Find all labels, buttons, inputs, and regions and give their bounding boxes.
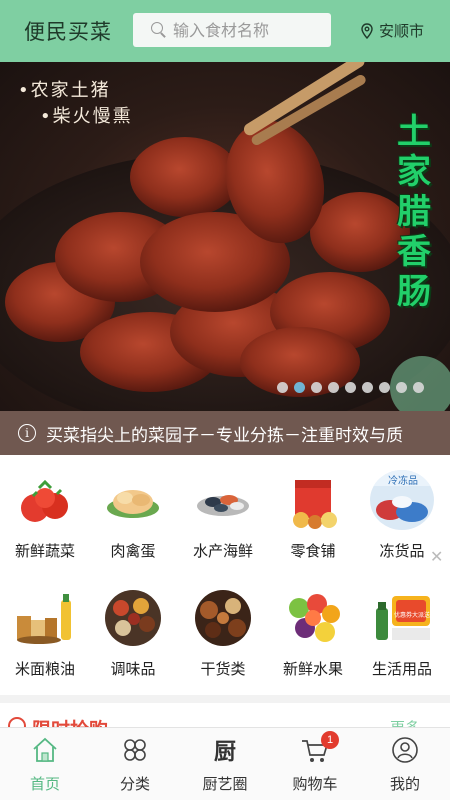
category-seafood[interactable]: 水产海鲜 [178,470,268,561]
tab-label: 我的 [389,775,420,793]
promo-banner[interactable]: •农家土猪 •柴火慢熏 土 家 腊 香 肠 [0,62,450,411]
household-icon: 优惠券大派送 [370,588,434,648]
carousel-dot[interactable] [396,382,407,393]
tab-category[interactable]: 分类 [90,728,180,800]
category-fresh-vegetables[interactable]: 新鲜蔬菜 [0,470,90,561]
search-input[interactable] [173,20,323,40]
fruit-icon [281,588,345,648]
category-snacks[interactable]: 零食铺 [268,470,358,561]
tab-label: 购物车 [292,775,338,793]
banner-tag-line: •柴火慢熏 [40,106,133,127]
location-selector[interactable]: 安顺市 [361,20,424,41]
tab-label: 首页 [29,775,60,793]
category-rice-flour-oil[interactable]: 米面粮油 [0,588,90,679]
tab-cart[interactable]: 1 购物车 [270,728,360,800]
kitchen-glyph: 厨 [213,740,236,765]
frozen-food-icon: 冷冻品 [370,470,434,530]
bottom-tab-bar: 首页 分类 厨 厨艺圈 1 购物车 我的 [0,727,450,800]
promo-coupon-text: 优惠券大派送 [394,612,431,619]
info-icon: i [18,424,36,442]
category-icon [120,735,150,765]
cart-count-badge: 1 [321,731,339,749]
category-label: 调味品 [110,660,156,678]
location-label: 安顺市 [378,22,424,40]
tab-kitchen[interactable]: 厨 厨艺圈 [180,728,270,800]
category-grid: 新鲜蔬菜 肉禽蛋 水产海鲜 零食铺 冷冻品 冻货品 ✕ 米面粮油 调味品 干货类… [0,455,450,695]
snack-bag-icon [281,470,345,530]
carousel-dot[interactable] [413,382,424,393]
tab-profile[interactable]: 我的 [360,728,450,800]
dried-goods-icon [191,588,255,648]
carousel-dot[interactable] [311,382,322,393]
location-pin-icon [361,22,373,39]
carousel-dot[interactable] [294,382,305,393]
category-label: 水产海鲜 [192,542,253,560]
banner-title-char: 家 [397,152,431,192]
spice-icon [101,588,165,648]
notice-text: 买菜指尖上的菜园子－专业分拣－注重时效与质 [46,425,403,446]
category-fresh-fruit[interactable]: 新鲜水果 [268,588,358,679]
category-seasoning[interactable]: 调味品 [88,588,178,679]
category-label: 肉禽蛋 [110,542,156,560]
carousel-dot[interactable] [345,382,356,393]
category-label: 新鲜水果 [282,660,343,678]
category-label: 新鲜蔬菜 [14,542,75,560]
banner-vertical-title: 土 家 腊 香 肠 [392,112,436,312]
close-icon[interactable]: ✕ [430,547,443,567]
category-household[interactable]: 优惠券大派送 生活用品 [357,588,447,679]
app-title: 便民买菜 [24,20,112,44]
tab-label: 分类 [119,775,150,793]
banner-tag-line: •农家土猪 [18,80,111,101]
frozen-label-text: 冷冻品 [388,476,418,487]
kitchen-icon: 厨 [210,735,240,765]
search-icon [151,22,167,38]
category-label: 零食铺 [290,542,336,560]
carousel-dot[interactable] [328,382,339,393]
carousel-dot[interactable] [277,382,288,393]
home-icon [30,735,60,765]
banner-title-char: 肠 [397,272,431,312]
user-icon [390,735,420,765]
banner-tag-lines: •农家土猪 •柴火慢熏 [18,78,133,130]
category-label: 米面粮油 [14,660,75,678]
banner-title-char: 腊 [397,192,431,232]
grain-oil-icon [13,588,77,648]
tab-label: 厨艺圈 [202,775,248,793]
category-label: 干货类 [200,660,246,678]
carousel-dot[interactable] [379,382,390,393]
tab-home[interactable]: 首页 [0,728,90,800]
search-box[interactable] [133,13,331,47]
carousel-indicators [277,382,424,393]
category-meat-poultry-eggs[interactable]: 肉禽蛋 [88,470,178,561]
category-label: 生活用品 [371,660,432,678]
category-dried-goods[interactable]: 干货类 [178,588,268,679]
seafood-icon [191,470,255,530]
carousel-dot[interactable] [362,382,373,393]
notice-bar[interactable]: i 买菜指尖上的菜园子－专业分拣－注重时效与质 [0,411,450,455]
chicken-icon [101,470,165,530]
banner-title-char: 土 [397,112,431,152]
top-header: 便民买菜 安顺市 [0,0,450,62]
tomato-icon [13,470,77,530]
banner-title-char: 香 [397,232,431,272]
